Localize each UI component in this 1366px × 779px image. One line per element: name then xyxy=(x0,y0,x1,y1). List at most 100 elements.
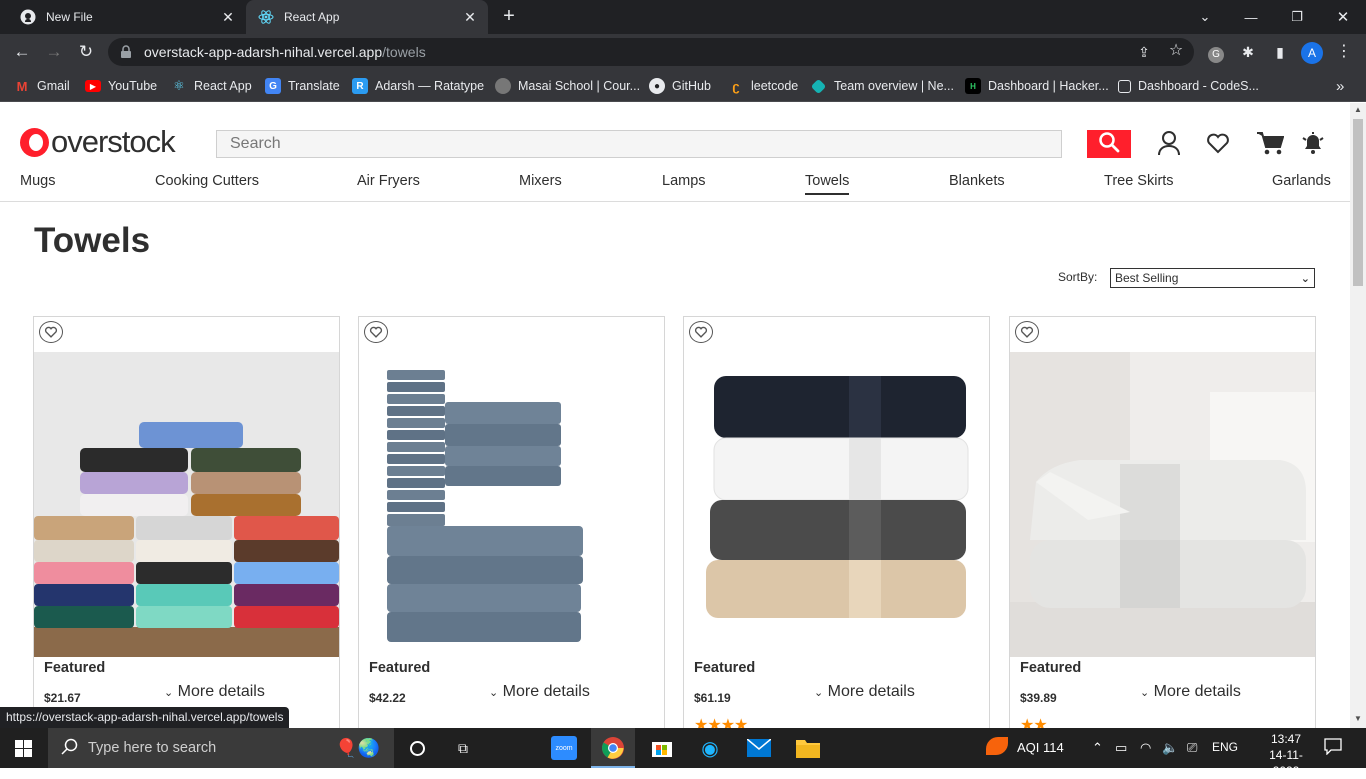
page-viewport: overstock Search Mugs Cooking Cutters Ai… xyxy=(0,103,1350,728)
chrome-icon[interactable] xyxy=(600,736,626,760)
restore-icon[interactable]: ❐ xyxy=(1274,0,1320,34)
file-explorer-icon[interactable] xyxy=(795,736,821,760)
cortana-icon[interactable] xyxy=(404,736,430,760)
favorite-heart-icon[interactable] xyxy=(689,321,713,343)
product-image-white-towels[interactable] xyxy=(1010,352,1315,657)
product-card[interactable]: Featured $21.67 ⌄ More details xyxy=(33,316,340,728)
search-input[interactable]: Search xyxy=(216,130,1062,158)
aqi-indicator[interactable]: AQI 114 xyxy=(1017,740,1064,755)
share-icon[interactable]: ⇪ xyxy=(1136,44,1152,60)
favorite-heart-icon[interactable] xyxy=(1015,321,1039,343)
product-label: Featured xyxy=(369,660,431,676)
bookmark-github[interactable]: ● GitHub xyxy=(649,77,711,95)
bookmark-ratatype[interactable]: R Adarsh — Ratatype xyxy=(352,77,484,95)
mail-icon[interactable] xyxy=(746,736,772,760)
zoom-icon[interactable]: zoom xyxy=(551,736,577,760)
category-blankets[interactable]: Blankets xyxy=(949,173,1005,189)
weather-leaf-icon[interactable] xyxy=(986,737,1008,758)
windows-taskbar: Type here to search 🎈🌏 ⧉ zoom ◉ AQI 114 … xyxy=(0,728,1366,778)
show-hidden-icons-chevron[interactable]: ⌃ xyxy=(1092,740,1103,756)
address-bar[interactable]: overstack-app-adarsh-nihal.vercel.app/to… xyxy=(108,38,1194,66)
taskbar-search-box[interactable]: Type here to search 🎈🌏 xyxy=(48,728,394,768)
profile-avatar[interactable]: A xyxy=(1301,42,1323,64)
youtube-icon: ▶ xyxy=(85,80,101,92)
more-details-link[interactable]: ⌄ More details xyxy=(1140,683,1241,701)
more-details-link[interactable]: ⌄ More details xyxy=(164,683,265,701)
taskbar-clock[interactable]: 13:47 14-11-2022 xyxy=(1262,731,1310,779)
scrollbar-thumb[interactable] xyxy=(1353,119,1363,286)
close-tab-icon[interactable]: ✕ xyxy=(462,9,478,25)
reload-icon[interactable]: ↻ xyxy=(75,41,97,63)
edge-icon[interactable]: ◉ xyxy=(697,736,723,760)
bookmark-leetcode[interactable]: ʗ leetcode xyxy=(728,77,798,95)
scroll-up-icon[interactable]: ▲ xyxy=(1350,103,1366,117)
bookmark-star-icon[interactable]: ☆ xyxy=(1168,43,1184,59)
category-mugs[interactable]: Mugs xyxy=(20,173,55,189)
battery-icon[interactable]: ▭ xyxy=(1115,740,1127,756)
category-tree-skirts[interactable]: Tree Skirts xyxy=(1104,173,1174,189)
category-air-fryers[interactable]: Air Fryers xyxy=(357,173,420,189)
product-image-four-color-towels[interactable] xyxy=(684,352,989,657)
product-label: Featured xyxy=(694,660,756,676)
minimize-icon[interactable]: — xyxy=(1228,0,1274,34)
extensions-icon[interactable]: ✱ xyxy=(1238,42,1258,62)
favorite-heart-icon[interactable] xyxy=(39,321,63,343)
close-tab-icon[interactable]: ✕ xyxy=(220,9,236,25)
tab-search-chevron-icon[interactable]: ⌄ xyxy=(1182,0,1228,34)
forward-icon[interactable]: → xyxy=(43,41,65,63)
close-window-icon[interactable]: ✕ xyxy=(1320,0,1366,34)
bookmarks-overflow-icon[interactable]: » xyxy=(1336,77,1344,95)
cart-icon[interactable] xyxy=(1255,129,1285,157)
sort-by-select[interactable]: Best Selling ⌄ xyxy=(1110,268,1315,288)
page-scrollbar[interactable]: ▲ ▼ xyxy=(1350,103,1366,728)
bookmark-hackerrank[interactable]: H Dashboard | Hacker... xyxy=(965,77,1109,95)
account-icon[interactable] xyxy=(1154,129,1184,157)
category-cooking-cutters[interactable]: Cooking Cutters xyxy=(155,173,259,189)
back-icon[interactable]: ← xyxy=(11,41,33,63)
bookmark-gmail[interactable]: M Gmail xyxy=(14,77,70,95)
bookmark-react-app[interactable]: ⚛ React App xyxy=(171,77,252,95)
product-card[interactable]: Featured $42.22 ⌄ More details xyxy=(358,316,665,728)
masai-icon xyxy=(495,78,511,94)
tab-react-app[interactable]: React App ✕ xyxy=(246,0,488,34)
new-tab-button[interactable]: + xyxy=(498,6,520,28)
translate-icon: G xyxy=(265,78,281,94)
volume-icon[interactable]: 🔈 xyxy=(1162,740,1178,756)
camera-icon[interactable]: ⎚ xyxy=(1187,740,1197,756)
bookmark-team-overview[interactable]: Team overview | Ne... xyxy=(810,77,954,95)
menu-kebab-icon[interactable]: ⋮ xyxy=(1334,42,1354,62)
side-panel-icon[interactable]: ▮ xyxy=(1270,42,1290,62)
scroll-down-icon[interactable]: ▼ xyxy=(1350,712,1366,726)
microsoft-store-icon[interactable] xyxy=(649,736,675,760)
rating-stars: ★★ xyxy=(1020,717,1048,728)
product-image-blue-grey-towels[interactable] xyxy=(359,352,664,657)
product-card[interactable]: Featured $61.19 ⌄ More details ★★★★ xyxy=(683,316,990,728)
favorite-heart-icon[interactable] xyxy=(364,321,388,343)
product-card[interactable]: Featured $39.89 ⌄ More details ★★ xyxy=(1009,316,1316,728)
task-view-icon[interactable]: ⧉ xyxy=(450,736,476,760)
tab-new-file[interactable]: New File ✕ xyxy=(0,0,246,34)
notifications-icon[interactable] xyxy=(1324,738,1342,758)
language-indicator[interactable]: ENG xyxy=(1212,740,1238,754)
category-mixers[interactable]: Mixers xyxy=(519,173,562,189)
category-garlands[interactable]: Garlands xyxy=(1272,173,1331,189)
product-image-multicolor-towels[interactable] xyxy=(34,352,339,657)
more-details-link[interactable]: ⌄ More details xyxy=(489,683,590,701)
search-button[interactable] xyxy=(1087,130,1131,158)
category-lamps[interactable]: Lamps xyxy=(662,173,706,189)
bookmark-codesignal[interactable]: Dashboard - CodeS... xyxy=(1118,77,1259,95)
overstock-logo[interactable]: overstock xyxy=(20,124,176,159)
more-details-link[interactable]: ⌄ More details xyxy=(814,683,915,701)
windows-start-icon[interactable] xyxy=(15,740,32,757)
grammarly-icon[interactable]: G xyxy=(1206,42,1226,63)
chevron-down-icon: ⌄ xyxy=(489,687,499,699)
bookmark-masai[interactable]: Masai School | Cour... xyxy=(495,77,640,95)
bookmark-translate[interactable]: G Translate xyxy=(265,77,340,95)
browser-toolbar: ← → ↻ overstack-app-adarsh-nihal.vercel.… xyxy=(0,34,1366,70)
category-towels[interactable]: Towels xyxy=(805,173,850,195)
wishlist-heart-icon[interactable] xyxy=(1203,129,1233,157)
product-price: $39.89 xyxy=(1020,691,1057,705)
wifi-icon[interactable]: ◠ xyxy=(1140,740,1151,756)
bookmark-youtube[interactable]: ▶ YouTube xyxy=(85,77,157,95)
notification-bell-icon[interactable] xyxy=(1298,129,1328,157)
